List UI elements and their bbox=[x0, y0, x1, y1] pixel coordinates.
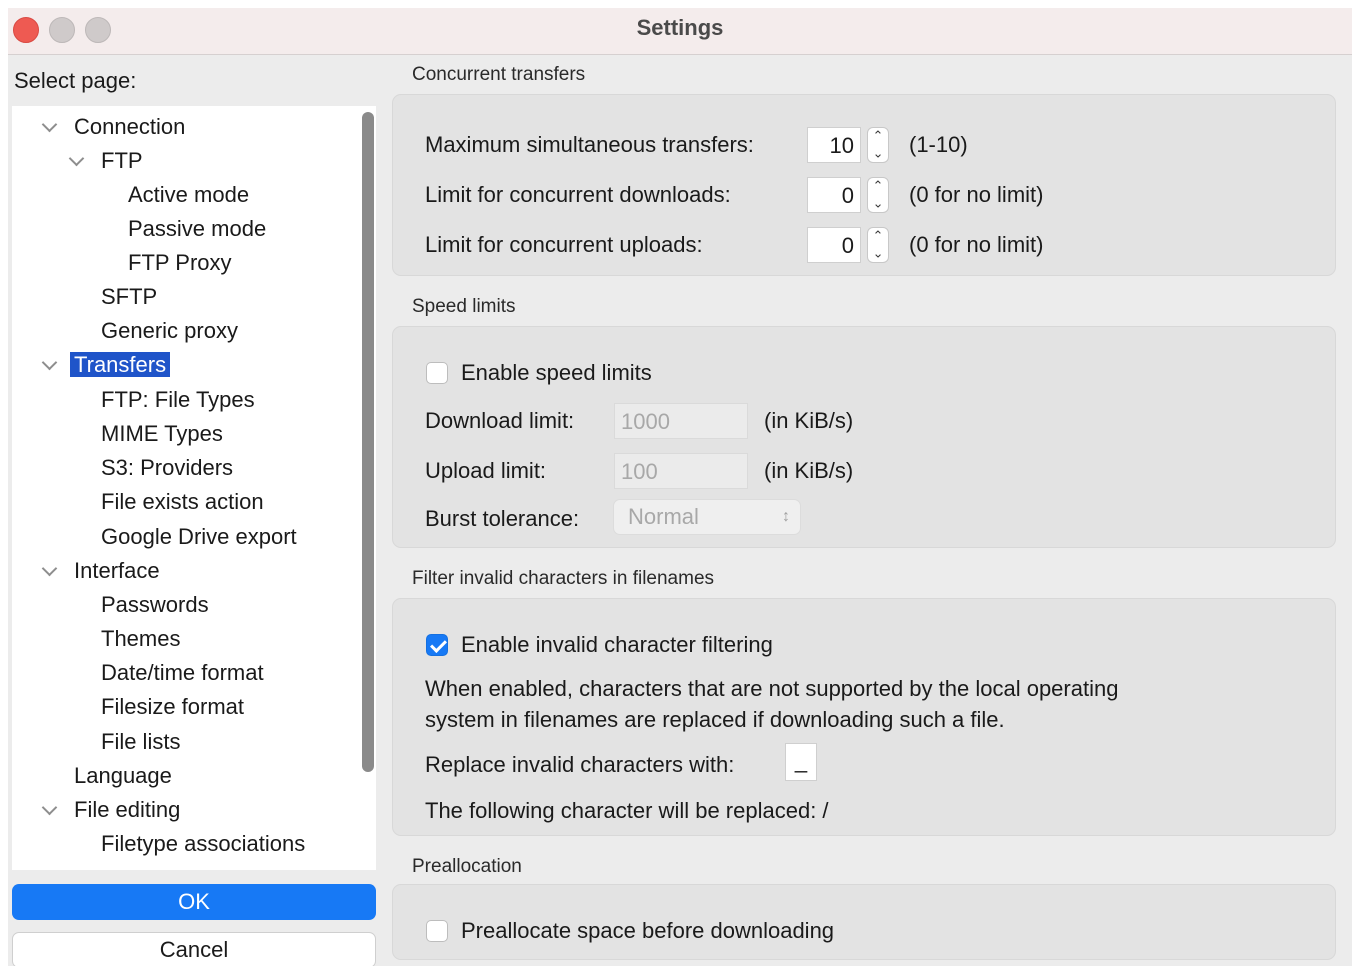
enable-filtering-label[interactable]: Enable invalid character filtering bbox=[461, 632, 773, 658]
ok-button[interactable]: OK bbox=[12, 884, 376, 920]
tree-item-filetype-associations[interactable]: Filetype associations bbox=[97, 829, 309, 859]
tree-item-file-lists[interactable]: File lists bbox=[97, 727, 184, 757]
tree-item-file-editing[interactable]: File editing bbox=[41, 795, 184, 825]
tree-item-passwords[interactable]: Passwords bbox=[97, 590, 213, 620]
replaced-character-info: The following character will be replaced… bbox=[425, 798, 829, 823]
filter-description-line2: system in filenames are replaced if down… bbox=[425, 707, 1005, 732]
preallocate-checkbox[interactable] bbox=[426, 920, 448, 942]
tree-item-passive-mode[interactable]: Passive mode bbox=[124, 214, 270, 244]
concurrent-downloads-hint: (0 for no limit) bbox=[909, 182, 1044, 207]
title-bar: Settings bbox=[8, 8, 1352, 55]
tree-item-google-drive-export[interactable]: Google Drive export bbox=[97, 522, 301, 552]
concurrent-downloads-stepper[interactable]: ⌃ ⌃ bbox=[867, 177, 889, 213]
window-title: Settings bbox=[636, 15, 724, 40]
enable-filtering-checkbox[interactable] bbox=[426, 634, 448, 656]
concurrent-uploads-field[interactable]: 0 bbox=[807, 227, 861, 263]
speed-limits-group: Enable speed limits Download limit: 1000… bbox=[392, 326, 1336, 548]
filter-invalid-title: Filter invalid characters in filenames bbox=[412, 568, 715, 589]
tree-scrollbar-thumb[interactable] bbox=[362, 112, 374, 772]
preallocation-group: Preallocate space before downloading bbox=[392, 884, 1336, 960]
tree-item-ftp-proxy[interactable]: FTP Proxy bbox=[124, 248, 236, 278]
chevron-down-icon[interactable] bbox=[41, 116, 58, 133]
tree-item-ftp-file-types[interactable]: FTP: File Types bbox=[97, 385, 259, 415]
chevron-down-icon[interactable] bbox=[41, 354, 58, 371]
concurrent-uploads-stepper[interactable]: ⌃ ⌃ bbox=[867, 227, 889, 263]
concurrent-uploads-label: Limit for concurrent uploads: bbox=[425, 232, 703, 257]
tree-item-generic-proxy[interactable]: Generic proxy bbox=[97, 316, 242, 346]
tree-item-ftp[interactable]: FTP bbox=[68, 146, 147, 176]
tree-item-s3-providers[interactable]: S3: Providers bbox=[97, 453, 237, 483]
replace-with-label: Replace invalid characters with: bbox=[425, 752, 735, 777]
speed-limits-title: Speed limits bbox=[412, 296, 516, 317]
max-transfers-field[interactable]: 10 bbox=[807, 127, 861, 163]
tree-item-language[interactable]: Language bbox=[70, 761, 176, 791]
upload-limit-label: Upload limit: bbox=[425, 458, 547, 483]
filter-description-line1: When enabled, characters that are not su… bbox=[425, 676, 1119, 701]
concurrent-downloads-field[interactable]: 0 bbox=[807, 177, 861, 213]
settings-window: Settings Select page: Connection FTP Act… bbox=[8, 8, 1352, 966]
tree-item-connection[interactable]: Connection bbox=[41, 112, 189, 142]
replace-character-field[interactable]: _ bbox=[785, 743, 817, 781]
preallocation-title: Preallocation bbox=[412, 856, 522, 877]
tree-item-sftp[interactable]: SFTP bbox=[97, 282, 161, 312]
concurrent-uploads-hint: (0 for no limit) bbox=[909, 232, 1044, 257]
concurrent-transfers-group: Maximum simultaneous transfers: 10 ⌃ ⌃ (1… bbox=[392, 94, 1336, 276]
tree-item-themes[interactable]: Themes bbox=[97, 624, 184, 654]
settings-page-tree[interactable]: Connection FTP Active mode Passive mode … bbox=[12, 106, 376, 870]
download-limit-unit: (in KiB/s) bbox=[764, 408, 854, 433]
enable-speed-limits-label[interactable]: Enable speed limits bbox=[461, 360, 652, 386]
tree-item-filesize-format[interactable]: Filesize format bbox=[97, 692, 248, 722]
tree-item-date-time-format[interactable]: Date/time format bbox=[97, 658, 268, 688]
tree-item-transfers[interactable]: Transfers bbox=[41, 350, 171, 380]
chevron-down-icon[interactable] bbox=[68, 150, 85, 167]
tree-item-file-exists-action[interactable]: File exists action bbox=[97, 487, 268, 517]
max-transfers-label: Maximum simultaneous transfers: bbox=[425, 132, 754, 157]
burst-tolerance-value: Normal bbox=[628, 504, 699, 529]
tree-item-active-mode[interactable]: Active mode bbox=[124, 180, 253, 210]
download-limit-field[interactable]: 1000 bbox=[614, 403, 748, 439]
cancel-button[interactable]: Cancel bbox=[12, 932, 376, 966]
max-transfers-stepper[interactable]: ⌃ ⌃ bbox=[867, 127, 889, 163]
upload-limit-field[interactable]: 100 bbox=[614, 453, 748, 489]
tree-item-mime-types[interactable]: MIME Types bbox=[97, 419, 227, 449]
burst-tolerance-select[interactable]: Normal ↕ bbox=[613, 499, 801, 535]
select-page-label: Select page: bbox=[14, 68, 137, 93]
enable-speed-limits-checkbox[interactable] bbox=[426, 362, 448, 384]
filter-invalid-group: Enable invalid character filtering When … bbox=[392, 598, 1336, 836]
preallocate-label[interactable]: Preallocate space before downloading bbox=[461, 918, 834, 944]
upload-limit-unit: (in KiB/s) bbox=[764, 458, 854, 483]
tree-item-interface[interactable]: Interface bbox=[41, 556, 164, 586]
concurrent-transfers-title: Concurrent transfers bbox=[412, 64, 586, 85]
chevron-down-icon[interactable] bbox=[41, 799, 58, 816]
concurrent-downloads-label: Limit for concurrent downloads: bbox=[425, 182, 731, 207]
download-limit-label: Download limit: bbox=[425, 408, 575, 433]
burst-tolerance-label: Burst tolerance: bbox=[425, 506, 580, 531]
up-down-chevron-icon: ↕ bbox=[782, 508, 790, 525]
chevron-down-icon[interactable] bbox=[41, 560, 58, 577]
max-transfers-hint: (1-10) bbox=[909, 132, 968, 157]
